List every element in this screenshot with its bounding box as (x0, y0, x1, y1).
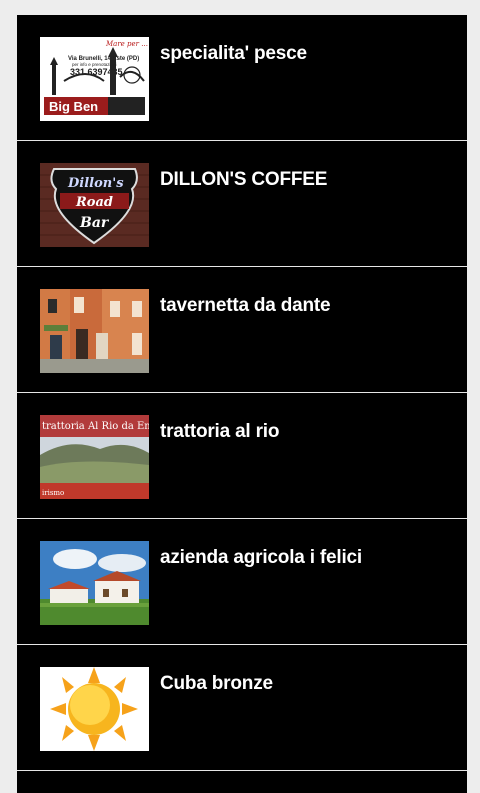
list-item-trattoria-al-rio[interactable]: trattoria Al Rio da Emil irismo trattori… (17, 393, 467, 519)
svg-text:Road: Road (75, 195, 113, 210)
restaurant-list: Mare per ... Via Brunelli, 14 Este (PD) … (17, 15, 467, 793)
list-item-azienda-agricola-i-felici[interactable]: azienda agricola i felici (17, 519, 467, 645)
item-title: specialita' pesce (160, 43, 307, 64)
building-photo (40, 289, 149, 373)
svg-text:irismo: irismo (42, 489, 64, 497)
dillons-road-bar-logo: Dillon's Road Bar (40, 163, 149, 247)
list-item-specialita-pesce[interactable]: Mare per ... Via Brunelli, 14 Este (PD) … (17, 15, 467, 141)
item-title: trattoria al rio (160, 421, 280, 442)
landscape-photo: trattoria Al Rio da Emil irismo (40, 415, 149, 499)
svg-text:Bar: Bar (79, 215, 110, 231)
list-item-cuba-bronze[interactable]: Cuba bronze (17, 645, 467, 771)
item-title: Cuba bronze (160, 673, 273, 694)
sun-icon (40, 667, 149, 751)
item-title: DILLON'S COFFEE (160, 169, 328, 190)
svg-text:331 6397435: 331 6397435 (70, 67, 123, 77)
svg-text:trattoria Al Rio da Emil: trattoria Al Rio da Emil (42, 421, 149, 432)
list-item-dillons-coffee[interactable]: Dillon's Road Bar DILLON'S COFFEE (17, 141, 467, 267)
svg-text:Dillon's: Dillon's (67, 176, 124, 191)
svg-text:Big Ben: Big Ben (49, 99, 98, 114)
item-title: tavernetta da dante (160, 295, 331, 316)
big-ben-logo: Mare per ... Via Brunelli, 14 Este (PD) … (40, 37, 149, 121)
item-title: azienda agricola i felici (160, 547, 362, 568)
farmhouse-photo (40, 541, 149, 625)
svg-text:Mare per ...: Mare per ... (105, 40, 148, 48)
list-item-tavernetta-da-dante[interactable]: tavernetta da dante (17, 267, 467, 393)
